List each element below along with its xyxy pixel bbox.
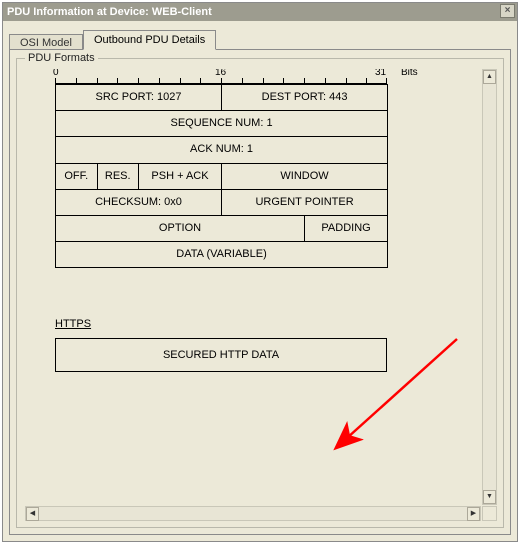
field-padding: PADDING <box>305 215 388 241</box>
tab-strip: OSI Model Outbound PDU Details <box>3 21 517 49</box>
groupbox-title: PDU Formats <box>25 52 98 64</box>
ruler-0: 0 <box>53 69 59 78</box>
field-option: OPTION <box>56 215 305 241</box>
window-title: PDU Information at Device: WEB-Client <box>7 6 212 18</box>
pdu-canvas: 0 16 31 Bits <box>25 69 481 505</box>
pdu-formats-group: PDU Formats 0 16 31 Bits <box>16 58 504 528</box>
field-checksum: CHECKSUM: 0x0 <box>56 189 222 215</box>
field-flags: PSH + ACK <box>139 163 222 189</box>
tab-osi-label: OSI Model <box>20 37 72 49</box>
tab-panel: PDU Formats 0 16 31 Bits <box>9 49 511 535</box>
scroll-left-button[interactable]: ◀ <box>26 507 39 521</box>
field-window: WINDOW <box>222 163 388 189</box>
ruler-16: 16 <box>215 69 226 78</box>
ruler-bits: Bits <box>401 69 418 78</box>
tab-outbound-label: Outbound PDU Details <box>94 34 205 46</box>
pdu-info-window: PDU Information at Device: WEB-Client × … <box>2 2 518 542</box>
tcp-header-diagram: SRC PORT: 1027 DEST PORT: 443 SEQUENCE N… <box>55 84 388 268</box>
close-button[interactable]: × <box>500 4 515 18</box>
horizontal-scrollbar[interactable]: ◀ ▶ <box>25 506 481 521</box>
vertical-scrollbar[interactable]: ▲ ▼ <box>482 69 497 505</box>
titlebar: PDU Information at Device: WEB-Client × <box>3 3 517 21</box>
field-sequence-num: SEQUENCE NUM: 1 <box>56 111 388 137</box>
scroll-right-button[interactable]: ▶ <box>467 507 480 521</box>
scroll-up-button[interactable]: ▲ <box>483 70 496 84</box>
field-src-port: SRC PORT: 1027 <box>56 85 222 111</box>
scroll-down-button[interactable]: ▼ <box>483 490 496 504</box>
chevron-up-icon: ▲ <box>486 73 493 80</box>
ruler-31: 31 <box>375 69 386 78</box>
https-section-label: HTTPS <box>55 318 481 330</box>
chevron-right-icon: ▶ <box>471 510 476 517</box>
bit-ruler: 0 16 31 Bits <box>55 83 387 84</box>
field-ack-num: ACK NUM: 1 <box>56 137 388 163</box>
tab-outbound-pdu-details[interactable]: Outbound PDU Details <box>83 30 216 50</box>
field-urgent-pointer: URGENT POINTER <box>222 189 388 215</box>
field-data: DATA (VARIABLE) <box>56 242 388 268</box>
field-reserved: RES. <box>97 163 139 189</box>
chevron-down-icon: ▼ <box>486 493 493 500</box>
field-offset: OFF. <box>56 163 98 189</box>
close-icon: × <box>505 5 511 16</box>
chevron-left-icon: ◀ <box>30 510 35 517</box>
field-dest-port: DEST PORT: 443 <box>222 85 388 111</box>
scroll-corner <box>482 506 497 521</box>
https-data-box: SECURED HTTP DATA <box>55 338 387 372</box>
